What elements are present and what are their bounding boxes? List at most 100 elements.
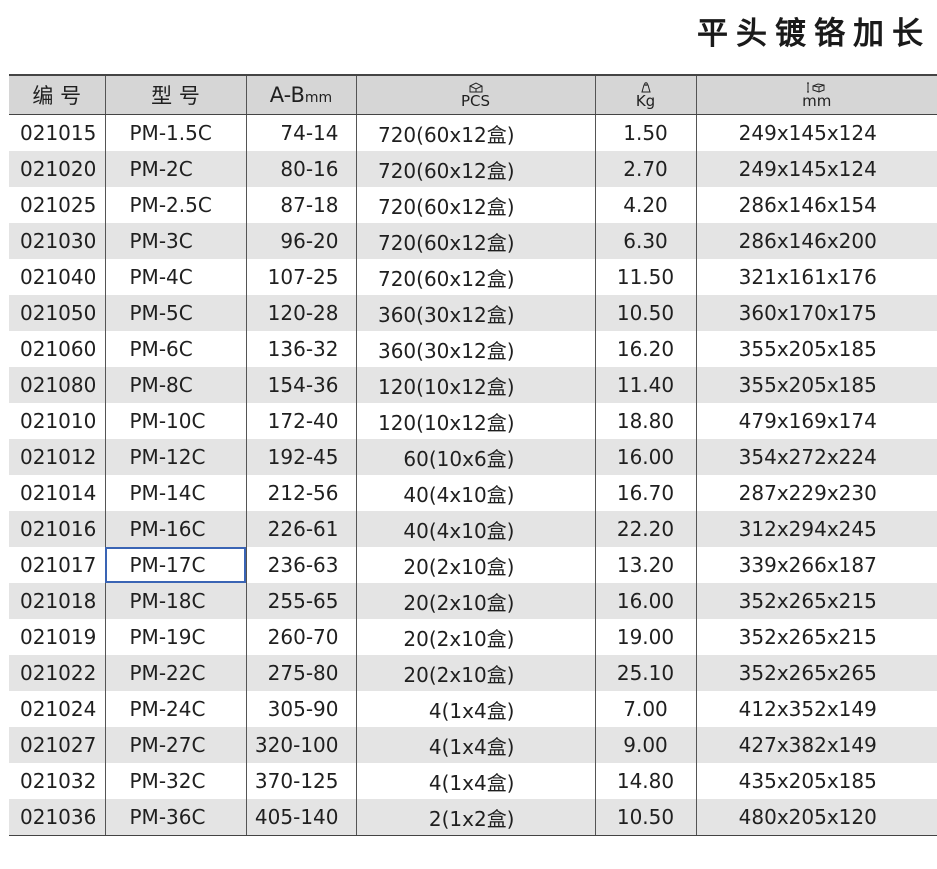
cell-size[interactable]: 286x146x200 — [695, 223, 937, 259]
cell-model[interactable]: PM-19C — [104, 619, 246, 655]
cell-pcs[interactable]: 20(2x10盒) — [355, 655, 595, 691]
cell-code[interactable]: 021018 — [9, 583, 105, 619]
cell-kg[interactable]: 14.80 — [594, 763, 696, 799]
cell-kg[interactable]: 16.20 — [594, 331, 696, 367]
cell-pcs[interactable]: 4(1x4盒) — [355, 763, 595, 799]
cell-model[interactable]: PM-2.5C — [104, 187, 246, 223]
cell-model[interactable]: PM-32C — [104, 763, 246, 799]
cell-pcs[interactable]: 20(2x10盒) — [355, 547, 595, 583]
cell-kg[interactable]: 7.00 — [594, 691, 696, 727]
cell-pcs[interactable]: 2(1x2盒) — [355, 799, 595, 836]
cell-kg[interactable]: 10.50 — [594, 799, 696, 836]
cell-size[interactable]: 287x229x230 — [695, 475, 937, 511]
cell-kg[interactable]: 11.50 — [594, 259, 696, 295]
cell-model[interactable]: PM-27C — [104, 727, 246, 763]
cell-ab[interactable]: 275-80 — [245, 655, 356, 691]
cell-size[interactable]: 427x382x149 — [695, 727, 937, 763]
cell-size[interactable]: 249x145x124 — [695, 114, 937, 151]
cell-code[interactable]: 021022 — [9, 655, 105, 691]
cell-pcs[interactable]: 40(4x10盒) — [355, 511, 595, 547]
cell-model[interactable]: PM-4C — [104, 259, 246, 295]
cell-size[interactable]: 321x161x176 — [695, 259, 937, 295]
cell-code[interactable]: 021019 — [9, 619, 105, 655]
cell-code[interactable]: 021017 — [9, 547, 105, 583]
cell-pcs[interactable]: 40(4x10盒) — [355, 475, 595, 511]
cell-kg[interactable]: 6.30 — [594, 223, 696, 259]
cell-code[interactable]: 021080 — [9, 367, 105, 403]
cell-pcs[interactable]: 4(1x4盒) — [355, 727, 595, 763]
cell-code[interactable]: 021040 — [9, 259, 105, 295]
cell-code[interactable]: 021025 — [9, 187, 105, 223]
cell-ab[interactable]: 305-90 — [245, 691, 356, 727]
cell-pcs[interactable]: 120(10x12盒) — [355, 367, 595, 403]
cell-pcs[interactable]: 720(60x12盒) — [355, 114, 595, 151]
cell-kg[interactable]: 16.00 — [594, 583, 696, 619]
cell-model[interactable]: PM-12C — [104, 439, 246, 475]
cell-code[interactable]: 021032 — [9, 763, 105, 799]
cell-kg[interactable]: 18.80 — [594, 403, 696, 439]
cell-pcs[interactable]: 360(30x12盒) — [355, 331, 595, 367]
cell-code[interactable]: 021050 — [9, 295, 105, 331]
cell-ab[interactable]: 80-16 — [245, 151, 356, 187]
cell-size[interactable]: 355x205x185 — [695, 331, 937, 367]
cell-size[interactable]: 480x205x120 — [695, 799, 937, 836]
cell-kg[interactable]: 2.70 — [594, 151, 696, 187]
cell-kg[interactable]: 10.50 — [594, 295, 696, 331]
cell-ab[interactable]: 154-36 — [245, 367, 356, 403]
cell-kg[interactable]: 19.00 — [594, 619, 696, 655]
cell-model[interactable]: PM-14C — [104, 475, 246, 511]
cell-size[interactable]: 412x352x149 — [695, 691, 937, 727]
cell-size[interactable]: 352x265x215 — [695, 619, 937, 655]
cell-model[interactable]: PM-16C — [104, 511, 246, 547]
cell-pcs[interactable]: 360(30x12盒) — [355, 295, 595, 331]
cell-pcs[interactable]: 720(60x12盒) — [355, 223, 595, 259]
cell-ab[interactable]: 320-100 — [245, 727, 356, 763]
cell-kg[interactable]: 22.20 — [594, 511, 696, 547]
cell-model[interactable]: PM-17C — [104, 547, 246, 583]
cell-ab[interactable]: 172-40 — [245, 403, 356, 439]
cell-pcs[interactable]: 720(60x12盒) — [355, 259, 595, 295]
cell-code[interactable]: 021014 — [9, 475, 105, 511]
cell-ab[interactable]: 96-20 — [245, 223, 356, 259]
cell-ab[interactable]: 107-25 — [245, 259, 356, 295]
cell-model[interactable]: PM-6C — [104, 331, 246, 367]
cell-kg[interactable]: 9.00 — [594, 727, 696, 763]
cell-kg[interactable]: 16.70 — [594, 475, 696, 511]
cell-ab[interactable]: 212-56 — [245, 475, 356, 511]
cell-size[interactable]: 352x265x215 — [695, 583, 937, 619]
cell-kg[interactable]: 4.20 — [594, 187, 696, 223]
cell-ab[interactable]: 120-28 — [245, 295, 356, 331]
cell-kg[interactable]: 11.40 — [594, 367, 696, 403]
cell-code[interactable]: 021060 — [9, 331, 105, 367]
cell-pcs[interactable]: 20(2x10盒) — [355, 583, 595, 619]
cell-ab[interactable]: 255-65 — [245, 583, 356, 619]
cell-code[interactable]: 021036 — [9, 799, 105, 836]
cell-model[interactable]: PM-5C — [104, 295, 246, 331]
cell-model[interactable]: PM-3C — [104, 223, 246, 259]
cell-code[interactable]: 021012 — [9, 439, 105, 475]
cell-ab[interactable]: 260-70 — [245, 619, 356, 655]
cell-model[interactable]: PM-10C — [104, 403, 246, 439]
cell-code[interactable]: 021010 — [9, 403, 105, 439]
cell-code[interactable]: 021016 — [9, 511, 105, 547]
cell-code[interactable]: 021020 — [9, 151, 105, 187]
cell-ab[interactable]: 87-18 — [245, 187, 356, 223]
cell-model[interactable]: PM-18C — [104, 583, 246, 619]
cell-pcs[interactable]: 120(10x12盒) — [355, 403, 595, 439]
cell-ab[interactable]: 74-14 — [245, 114, 356, 151]
cell-size[interactable]: 339x266x187 — [695, 547, 937, 583]
cell-ab[interactable]: 192-45 — [245, 439, 356, 475]
cell-model[interactable]: PM-1.5C — [104, 114, 246, 151]
cell-pcs[interactable]: 20(2x10盒) — [355, 619, 595, 655]
cell-size[interactable]: 286x146x154 — [695, 187, 937, 223]
cell-size[interactable]: 312x294x245 — [695, 511, 937, 547]
cell-size[interactable]: 249x145x124 — [695, 151, 937, 187]
cell-pcs[interactable]: 720(60x12盒) — [355, 187, 595, 223]
cell-code[interactable]: 021027 — [9, 727, 105, 763]
cell-kg[interactable]: 13.20 — [594, 547, 696, 583]
cell-pcs[interactable]: 720(60x12盒) — [355, 151, 595, 187]
cell-ab[interactable]: 236-63 — [245, 547, 356, 583]
cell-ab[interactable]: 136-32 — [245, 331, 356, 367]
cell-ab[interactable]: 405-140 — [245, 799, 356, 836]
cell-ab[interactable]: 226-61 — [245, 511, 356, 547]
